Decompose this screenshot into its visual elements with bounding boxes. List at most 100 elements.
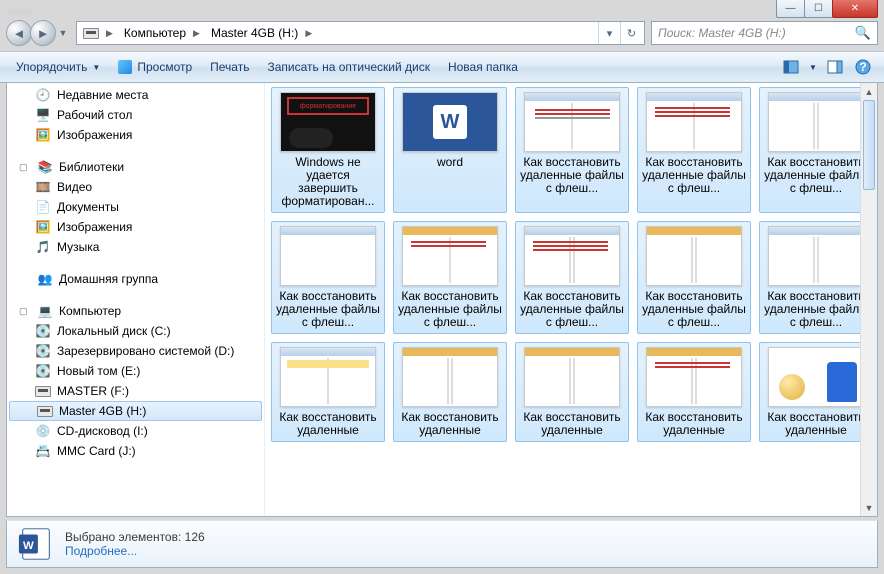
cd-icon: 💿 xyxy=(35,423,51,439)
preview-button[interactable]: Просмотр xyxy=(110,56,200,78)
sidebar-item-cd-drive[interactable]: 💿CD-дисковод (I:) xyxy=(7,421,264,441)
chevron-right-icon[interactable]: ▶ xyxy=(103,28,116,39)
burn-button[interactable]: Записать на оптический диск xyxy=(259,56,438,78)
organize-menu[interactable]: Упорядочить▼ xyxy=(8,56,108,78)
scroll-up-button[interactable]: ▲ xyxy=(861,83,877,100)
expand-icon[interactable]: ▢ xyxy=(19,162,29,173)
details-pane: W Выбрано элементов: 126 Подробнее... xyxy=(6,520,878,568)
desktop-icon: 🖥️ xyxy=(35,107,51,123)
navigation-row: ◄ ► ▼ ▶ Компьютер▶ Master 4GB (H:)▶ ▾ ↻ … xyxy=(0,15,884,51)
sidebar-item-documents[interactable]: 📄Документы xyxy=(7,197,264,217)
word-document-icon: W xyxy=(17,525,55,563)
file-name: Как восстановить удаленные xyxy=(398,411,502,437)
view-mode-dropdown[interactable]: ▼ xyxy=(807,56,819,78)
file-thumbnail xyxy=(768,226,864,286)
sidebar-group-computer[interactable]: ▢💻Компьютер xyxy=(7,301,264,321)
expand-icon[interactable]: ▢ xyxy=(19,306,29,317)
computer-icon: 💻 xyxy=(37,303,53,319)
status-selection-count: Выбрано элементов: 126 xyxy=(65,530,205,544)
file-item[interactable]: Как восстановить удаленные файлы с флеш.… xyxy=(393,221,507,334)
homegroup-icon: 👥 xyxy=(37,271,53,287)
file-name: Как восстановить удаленные файлы с флеш.… xyxy=(764,290,868,329)
file-thumbnail xyxy=(280,347,376,407)
sidebar-group-homegroup[interactable]: 👥Домашняя группа xyxy=(7,269,264,289)
svg-text:W: W xyxy=(23,540,34,552)
file-item[interactable]: Как восстановить удаленные файлы с флеш.… xyxy=(637,87,751,213)
search-input[interactable]: Поиск: Master 4GB (H:) 🔍 xyxy=(651,21,878,45)
file-name: Как восстановить удаленные xyxy=(520,411,624,437)
sidebar-item-pictures[interactable]: 🖼️Изображения xyxy=(7,125,264,145)
command-bar: Упорядочить▼ Просмотр Печать Записать на… xyxy=(0,51,884,83)
vertical-scrollbar[interactable]: ▲ ▼ xyxy=(860,83,877,516)
sidebar-item-video[interactable]: 🎞️Видео xyxy=(7,177,264,197)
file-thumbnail xyxy=(646,347,742,407)
scroll-thumb[interactable] xyxy=(863,100,875,190)
refresh-button[interactable]: ↻ xyxy=(620,22,642,44)
nav-forward-button[interactable]: ► xyxy=(30,20,56,46)
file-item[interactable]: Как восстановить удаленные файлы с флеш.… xyxy=(515,221,629,334)
file-item[interactable]: Как восстановить удаленные xyxy=(759,342,873,442)
sidebar-item-drive-c[interactable]: 💽Локальный диск (C:) xyxy=(7,321,264,341)
sidebar-item-recent[interactable]: 🕘Недавние места xyxy=(7,85,264,105)
print-button[interactable]: Печать xyxy=(202,56,257,78)
file-thumbnail xyxy=(646,226,742,286)
file-name: Как восстановить удаленные файлы с флеш.… xyxy=(276,290,380,329)
sd-card-icon: 📇 xyxy=(35,443,51,459)
file-thumbnail xyxy=(524,226,620,286)
view-mode-button[interactable] xyxy=(779,56,803,78)
nav-back-button[interactable]: ◄ xyxy=(6,20,32,46)
sidebar-item-music[interactable]: 🎵Музыка xyxy=(7,237,264,257)
file-thumbnail xyxy=(524,347,620,407)
file-item[interactable]: Как восстановить удаленные файлы с флеш.… xyxy=(759,87,873,213)
sidebar-item-drive-e[interactable]: 💽Новый том (E:) xyxy=(7,361,264,381)
file-item[interactable]: Как восстановить удаленные файлы с флеш.… xyxy=(759,221,873,334)
breadcrumb-computer[interactable]: Компьютер xyxy=(124,26,186,40)
file-thumbnail xyxy=(402,347,498,407)
file-item[interactable]: форматированиеWindows не удается заверши… xyxy=(271,87,385,213)
hdd-icon: 💽 xyxy=(35,343,51,359)
file-list[interactable]: форматированиеWindows не удается заверши… xyxy=(265,83,877,516)
file-name: Как восстановить удаленные файлы с флеш.… xyxy=(764,156,868,195)
file-name: Windows не удается завершить форматирова… xyxy=(276,156,380,208)
status-details-link[interactable]: Подробнее... xyxy=(65,544,205,558)
video-icon: 🎞️ xyxy=(35,179,51,195)
usb-drive-icon xyxy=(37,403,53,419)
file-item[interactable]: Как восстановить удаленные xyxy=(393,342,507,442)
file-name: Как восстановить удаленные xyxy=(276,411,380,437)
sidebar-group-libraries[interactable]: ▢📚Библиотеки xyxy=(7,157,264,177)
sidebar-item-drive-h[interactable]: Master 4GB (H:) xyxy=(9,401,262,421)
address-dropdown-button[interactable]: ▾ xyxy=(598,22,620,44)
file-item[interactable]: Как восстановить удаленные xyxy=(515,342,629,442)
window-close-button[interactable]: ✕ xyxy=(832,0,878,18)
file-name: Как восстановить удаленные файлы с флеш.… xyxy=(642,290,746,329)
file-name: Как восстановить удаленные файлы с флеш.… xyxy=(398,290,502,329)
address-bar[interactable]: ▶ Компьютер ▶ Master 4GB (H:) ▶ ▾ ↻ xyxy=(76,21,645,45)
sidebar-item-drive-d[interactable]: 💽Зарезервировано системой (D:) xyxy=(7,341,264,361)
file-thumbnail xyxy=(768,347,864,407)
sidebar-item-lib-pictures[interactable]: 🖼️Изображения xyxy=(7,217,264,237)
scroll-down-button[interactable]: ▼ xyxy=(861,499,877,516)
file-item[interactable]: Wword xyxy=(393,87,507,213)
new-folder-button[interactable]: Новая папка xyxy=(440,56,526,78)
file-name: Как восстановить удаленные файлы с флеш.… xyxy=(520,156,624,195)
preview-pane-button[interactable] xyxy=(823,56,847,78)
file-item[interactable]: Как восстановить удаленные xyxy=(637,342,751,442)
chevron-right-icon[interactable]: ▶ xyxy=(190,28,203,39)
window-minimize-button[interactable]: — xyxy=(776,0,805,18)
file-item[interactable]: Как восстановить удаленные файлы с флеш.… xyxy=(515,87,629,213)
sidebar-item-drive-f[interactable]: MASTER (F:) xyxy=(7,381,264,401)
svg-text:?: ? xyxy=(859,60,866,74)
breadcrumb-drive[interactable]: Master 4GB (H:) xyxy=(211,26,298,40)
file-thumbnail xyxy=(280,226,376,286)
file-item[interactable]: Как восстановить удаленные файлы с флеш.… xyxy=(637,221,751,334)
window-maximize-button[interactable]: ☐ xyxy=(804,0,833,18)
sidebar-item-mmc-card[interactable]: 📇MMC Card (J:) xyxy=(7,441,264,461)
file-name: Как восстановить удаленные файлы с флеш.… xyxy=(642,156,746,195)
help-button[interactable]: ? xyxy=(851,56,875,78)
file-item[interactable]: Как восстановить удаленные xyxy=(271,342,385,442)
nav-history-dropdown[interactable]: ▼ xyxy=(56,28,70,38)
pictures-icon: 🖼️ xyxy=(35,127,51,143)
sidebar-item-desktop[interactable]: 🖥️Рабочий стол xyxy=(7,105,264,125)
chevron-right-icon[interactable]: ▶ xyxy=(302,28,315,39)
file-item[interactable]: Как восстановить удаленные файлы с флеш.… xyxy=(271,221,385,334)
